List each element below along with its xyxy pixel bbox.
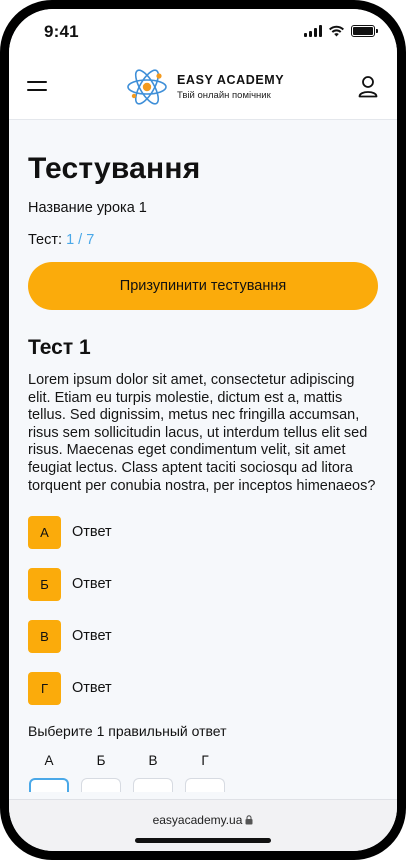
- answer-text: Ответ: [72, 628, 112, 645]
- logo-text: EASY ACADEMY Твій онлайн помічник: [177, 73, 284, 101]
- answer-letter-badge: Г: [28, 671, 61, 705]
- answer-option[interactable]: Б Ответ: [28, 567, 378, 601]
- lesson-name: Название урока 1: [28, 200, 147, 216]
- status-icons: [304, 25, 378, 37]
- phone-frame: 9:41 EASY ACADEMY Твій онлайн помічник Т…: [0, 0, 406, 860]
- answer-selector: А Б В Г: [28, 753, 378, 793]
- status-bar: 9:41: [9, 9, 397, 55]
- lock-icon: [245, 815, 253, 825]
- answer-text: Ответ: [72, 576, 112, 593]
- choice-label: Г: [201, 753, 209, 769]
- answer-list: А Ответ Б Ответ В Ответ Г Ответ: [28, 515, 378, 705]
- signal-icon: [304, 25, 322, 37]
- url-text: easyacademy.ua: [152, 813, 243, 827]
- wifi-icon: [329, 25, 344, 37]
- answer-option[interactable]: Г Ответ: [28, 671, 378, 705]
- menu-icon[interactable]: [27, 79, 49, 95]
- home-indicator[interactable]: [135, 838, 271, 843]
- site-header: EASY ACADEMY Твій онлайн помічник: [9, 55, 397, 120]
- answer-text: Ответ: [72, 680, 112, 697]
- test-heading: Тест 1: [28, 336, 91, 359]
- answer-option[interactable]: А Ответ: [28, 515, 378, 549]
- screen: 9:41 EASY ACADEMY Твій онлайн помічник Т…: [9, 9, 397, 851]
- answer-letter-badge: А: [28, 515, 61, 549]
- browser-address-bar[interactable]: easyacademy.ua: [9, 799, 397, 851]
- test-progress-value: 1 / 7: [66, 232, 95, 248]
- choice-label: В: [148, 753, 158, 769]
- logo-name: EASY ACADEMY: [177, 73, 285, 87]
- battery-icon: [351, 25, 378, 37]
- atom-logo-icon: [127, 69, 167, 105]
- url-display[interactable]: easyacademy.ua: [9, 813, 397, 827]
- page-title: Тестування: [28, 152, 201, 185]
- answer-text: Ответ: [72, 524, 112, 541]
- logo-tagline: Твій онлайн помічник: [177, 90, 271, 101]
- choice-label: А: [44, 753, 54, 769]
- choice-checkbox[interactable]: [29, 778, 69, 793]
- answer-letter-badge: В: [28, 619, 61, 653]
- logo[interactable]: EASY ACADEMY Твій онлайн помічник: [125, 65, 284, 109]
- choice-option[interactable]: В: [132, 753, 184, 793]
- answer-option[interactable]: В Ответ: [28, 619, 378, 653]
- choice-option[interactable]: Г: [184, 753, 236, 793]
- pause-test-button[interactable]: Призупинити тестування: [28, 262, 378, 310]
- choice-option[interactable]: А: [28, 753, 80, 793]
- choice-label: Б: [96, 753, 106, 769]
- test-progress: Тест: 1 / 7: [28, 232, 378, 248]
- test-progress-label: Тест:: [28, 232, 63, 248]
- choice-checkbox[interactable]: [133, 778, 173, 793]
- choice-checkbox[interactable]: [185, 778, 225, 793]
- choice-option[interactable]: Б: [80, 753, 132, 793]
- choose-hint: Выберите 1 правильный ответ: [28, 723, 227, 740]
- question-text: Lorem ipsum dolor sit amet, consectetur …: [28, 372, 376, 494]
- answer-letter-badge: Б: [28, 567, 61, 601]
- status-time: 9:41: [44, 22, 79, 41]
- main-content: Тестування Название урока 1 Тест: 1 / 7 …: [28, 120, 378, 793]
- profile-icon[interactable]: [357, 75, 379, 99]
- choice-checkbox[interactable]: [81, 778, 121, 793]
